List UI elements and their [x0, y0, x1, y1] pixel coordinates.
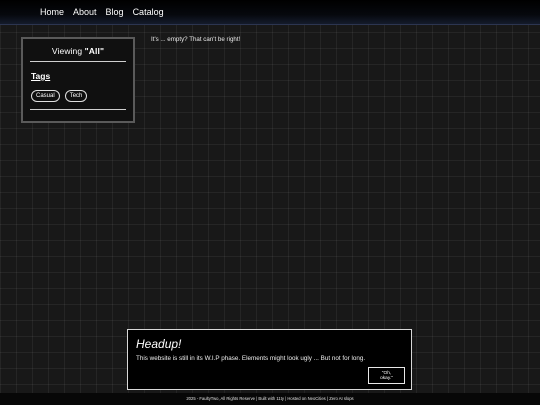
footer-11ty-link[interactable]: 11ty [276, 396, 284, 401]
divider [30, 109, 126, 110]
tags-heading[interactable]: Tags [31, 71, 50, 81]
empty-message: It's ... empty? That can't be right! [151, 36, 241, 43]
footer-hosted-text: | Hosted on [283, 396, 308, 401]
nav-about-link[interactable]: About [73, 0, 97, 24]
notice-text: This website is still in its W.I.P phase… [136, 355, 366, 362]
footer: 2025 - FaultyTwo, All Rights Reserve | B… [0, 393, 540, 405]
nav-blog-link[interactable]: Blog [106, 0, 124, 24]
tag-casual[interactable]: Casual [31, 90, 60, 102]
viewing-prefix: Viewing [51, 46, 85, 56]
nav-links: Home About Blog Catalog [40, 0, 173, 24]
nav-catalog-link[interactable]: Catalog [133, 0, 164, 24]
tag-list: Casual Tech [31, 90, 133, 102]
top-navigation: Home About Blog Catalog [0, 0, 540, 25]
nav-home-link[interactable]: Home [40, 0, 64, 24]
dismiss-button[interactable]: "Oh, okay." [368, 367, 405, 384]
viewing-value: "All" [84, 46, 105, 56]
footer-neocities-link[interactable]: NeoCities [308, 396, 326, 401]
notice-title: Headup! [136, 337, 182, 351]
tag-tech[interactable]: Tech [64, 90, 88, 102]
footer-copyright: 2025 - FaultyTwo, All Rights Reserve | B… [186, 396, 277, 401]
footer-tagline: | Zero AI slops [325, 396, 354, 401]
filter-sidebar: Viewing "All" Tags Casual Tech [21, 37, 135, 123]
notice-dialog: Headup! This website is still in its W.I… [127, 329, 412, 390]
viewing-label: Viewing "All" [23, 46, 133, 56]
divider [30, 61, 126, 62]
